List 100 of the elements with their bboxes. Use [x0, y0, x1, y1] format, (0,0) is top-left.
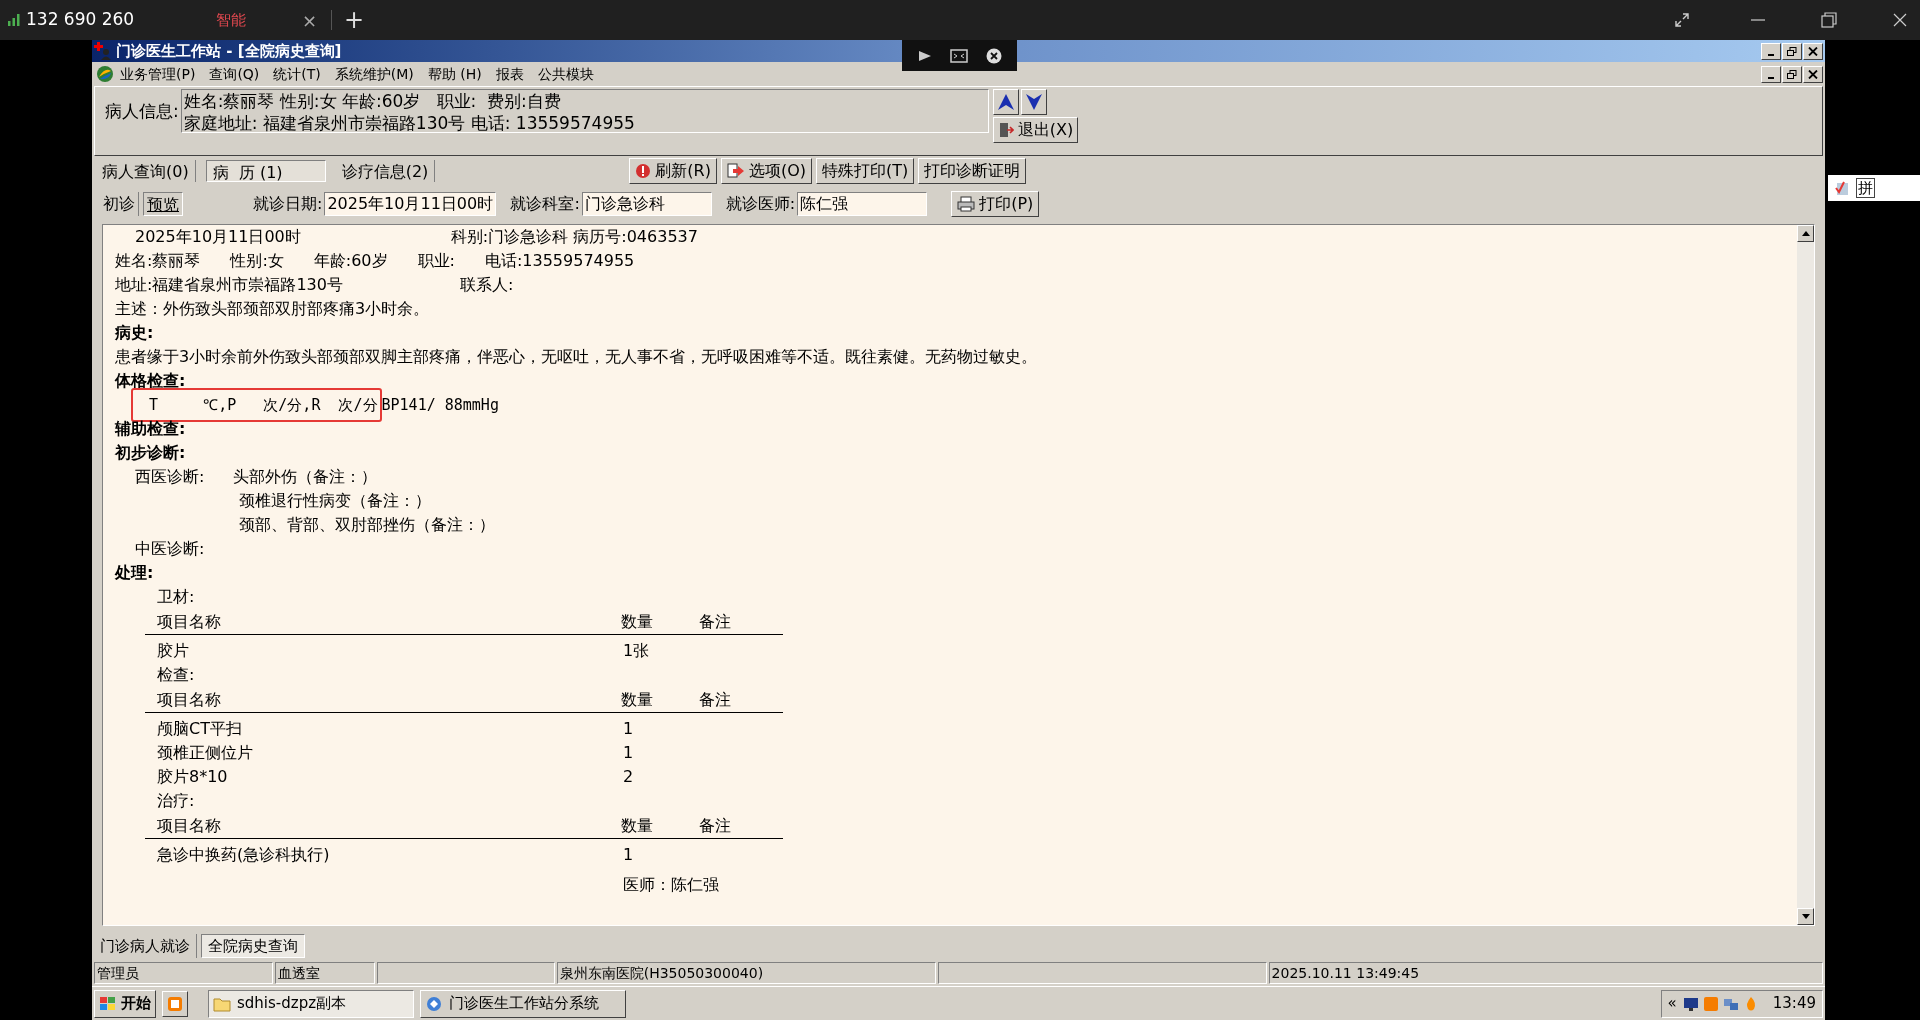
patient-info-text: 家庭地址: 福建省泉州市崇福路130号 电话: 13559574955: [183, 112, 636, 132]
signal-icon: [8, 14, 20, 26]
ime-mode[interactable]: 拼: [1856, 178, 1875, 198]
record-label: 卫材:: [156, 586, 195, 608]
close-icon[interactable]: [986, 47, 1003, 64]
app-icon: [425, 995, 443, 1012]
column-header: 数量: [621, 610, 654, 633]
menu-item[interactable]: 业务管理(P): [120, 63, 196, 85]
menu-item[interactable]: 统计(T): [273, 63, 321, 85]
record-text: 地址:福建省泉州市崇福路130号: [115, 274, 343, 296]
close-icon: [1808, 46, 1818, 56]
close-button[interactable]: [1803, 42, 1823, 60]
checklist-icon[interactable]: [1834, 180, 1850, 196]
table-cell-text: 2: [623, 766, 635, 788]
minimize-icon: [1768, 53, 1774, 56]
browser-tab[interactable]: 智能: [216, 8, 302, 32]
menu-item[interactable]: 帮助 (H): [427, 63, 482, 85]
quick-launch-icon[interactable]: [162, 990, 188, 1017]
tab[interactable]: 病 历 (1): [205, 160, 326, 182]
column-header: 备注: [699, 814, 732, 837]
tab[interactable]: 全院病史查询: [201, 934, 305, 958]
expand-icon[interactable]: [1674, 12, 1690, 28]
record-text: 中医诊断:: [135, 539, 205, 558]
section-heading: 初步诊断:: [115, 443, 186, 462]
menu-item[interactable]: 系统维护(M): [334, 63, 414, 85]
down-arrow-icon: [1024, 93, 1043, 111]
taskbar-item[interactable]: sdhis-dzpz副本: [208, 989, 414, 1018]
minimize-icon: [1768, 76, 1774, 79]
status-cell: 血透室: [275, 962, 376, 984]
section-heading: 辅助检查:: [115, 419, 186, 438]
record-text: 医师：陈仁强: [623, 875, 719, 894]
diagnosis-item: 颈椎退行性病变（备注：）: [239, 490, 432, 512]
patient-info-text: 姓名:蔡丽琴 性别:女 年龄:60岁 职业: 费别:自费: [183, 90, 562, 112]
monitor-icon[interactable]: [1682, 995, 1699, 1012]
tab[interactable]: 病人查询(0): [96, 160, 196, 182]
table-cell-text: 1张: [623, 640, 651, 662]
tab[interactable]: 诊疗信息(2): [335, 160, 436, 182]
exit-button[interactable]: 退出(X): [992, 117, 1079, 143]
restore-icon: [1787, 46, 1797, 56]
table-cell-text: 急诊中换药(急诊科执行): [157, 844, 331, 866]
toolbar-button[interactable]: 选项(O): [720, 158, 813, 184]
record-text: 联系人:: [459, 274, 514, 296]
folder-icon: [213, 995, 231, 1012]
print-button[interactable]: 打印(P): [951, 191, 1040, 217]
menu-item[interactable]: 查询(Q): [209, 63, 260, 85]
toolbar-button[interactable]: 刷新(R): [629, 158, 717, 184]
minimize-button[interactable]: [1761, 42, 1781, 60]
tray-toggle[interactable]: «: [1667, 992, 1677, 1015]
down-arrow-icon: [1801, 914, 1810, 919]
section-heading: 体格检查:: [115, 371, 186, 390]
window-icon[interactable]: [950, 48, 969, 63]
column-header: 项目名称: [157, 610, 222, 633]
stats-text: 132 690 260: [26, 8, 136, 32]
up-arrow-icon: [996, 93, 1015, 111]
section-heading: 病史:: [115, 323, 154, 342]
record-label: 治疗:: [156, 790, 195, 812]
previous-button[interactable]: [992, 89, 1019, 115]
menu-item[interactable]: 报表: [495, 63, 524, 85]
swirl-logo-icon: [96, 65, 114, 83]
record-text: 科别:门诊急诊科 病历号:0463537: [450, 226, 698, 248]
minimize-button[interactable]: [1761, 65, 1781, 83]
record-text: 姓名:蔡丽琴: [115, 250, 201, 272]
column-header: 备注: [699, 610, 732, 633]
table-cell-text: 1: [623, 844, 635, 866]
close-tab-button[interactable]: ×: [302, 6, 318, 34]
column-header: 数量: [621, 814, 654, 837]
table-cell-text: 胶片: [157, 640, 190, 662]
restore-icon: [1787, 69, 1797, 79]
restore-button[interactable]: [1782, 42, 1802, 60]
clock: 13:49: [1772, 993, 1816, 1015]
subtab[interactable]: 预览: [143, 192, 183, 216]
toolbar-button[interactable]: 打印诊断证明: [918, 158, 1027, 184]
door-icon: [997, 122, 1014, 138]
section-heading: 处理:: [115, 563, 154, 582]
column-header: 数量: [621, 688, 654, 711]
new-tab-button[interactable]: +: [344, 2, 365, 38]
scrollbar[interactable]: [1797, 225, 1814, 925]
window-title: 门诊医生工作站 - [全院病史查询]: [116, 40, 342, 62]
column-header: 项目名称: [157, 814, 222, 837]
close-button[interactable]: [1803, 65, 1823, 83]
input-field[interactable]: 2025年10月11日00时: [324, 192, 497, 216]
restore-icon[interactable]: [1821, 12, 1837, 28]
field-label: 病人信息:: [105, 100, 179, 123]
record-text: 电话:13559574955: [484, 250, 635, 272]
record-label: 西医诊断:: [135, 466, 206, 488]
start-button[interactable]: 开始: [94, 989, 156, 1018]
input-field[interactable]: 门诊急诊科: [581, 192, 712, 216]
input-field[interactable]: 陈仁强: [797, 192, 928, 216]
diagnosis-item: 颈部、背部、双肘部挫伤（备注：）: [239, 514, 495, 536]
restore-button[interactable]: [1782, 65, 1802, 83]
table-cell-text: 1: [623, 718, 635, 740]
taskbar-item[interactable]: 门诊医生工作站分系统: [420, 989, 626, 1018]
medical-cross-icon: [94, 42, 112, 60]
record-text: 2025年10月11日00时: [135, 226, 301, 248]
menu-item[interactable]: 公共模块: [537, 63, 594, 85]
tab[interactable]: 门诊病人就诊: [94, 934, 197, 958]
toolbar-button[interactable]: 特殊打印(T): [816, 158, 915, 184]
close-icon[interactable]: [1892, 12, 1908, 28]
subtab[interactable]: 初诊: [100, 192, 139, 216]
next-button[interactable]: [1020, 89, 1047, 115]
